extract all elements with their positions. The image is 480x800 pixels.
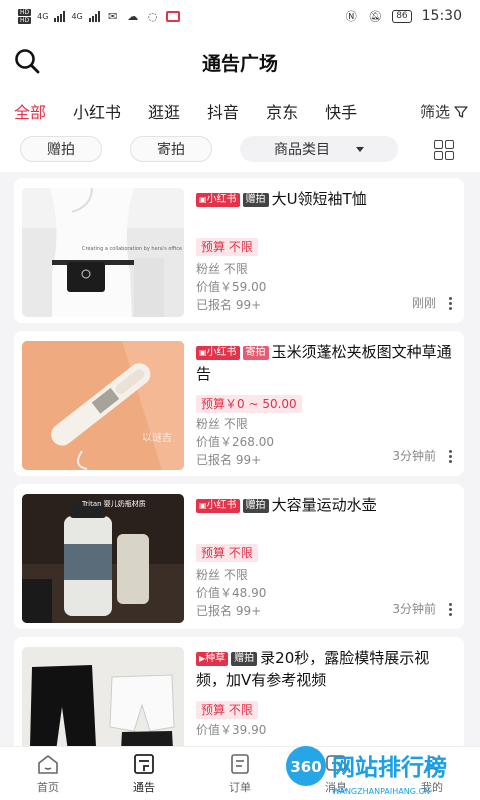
platform-badge: 小红书 [196, 346, 240, 360]
tab-xiaohongshu[interactable]: 小红书 [73, 99, 121, 123]
thumb-caption: 以谜吉 [142, 432, 172, 444]
platform-tabs: 全部 小红书 逛逛 抖音 京东 快手 筛选 [0, 90, 480, 132]
product-image: Tritan 婴儿奶瓶材质 [22, 494, 184, 623]
card-info: 种草赠拍录20秒，露脸模特展示视频，加V有参考视频 预算 不限 价值￥39.90 [196, 647, 452, 739]
budget-tag: 预算￥0 ~ 50.00 [196, 395, 302, 413]
more-icon[interactable] [448, 450, 452, 463]
network-type-2: 4G [71, 11, 83, 21]
wechat-icon: ☁ [127, 9, 139, 23]
nav-orders[interactable]: 订单 [192, 747, 288, 800]
home-icon [38, 755, 58, 774]
app-notification-icon [165, 10, 180, 22]
order-icon [231, 754, 249, 774]
more-icon[interactable] [448, 297, 452, 310]
watermark-number: 360 [290, 758, 321, 776]
nav-home-label: 首页 [37, 781, 59, 794]
app-header: 通告广场 [0, 32, 480, 90]
filter-button[interactable]: 筛选 [420, 101, 468, 122]
announcement-card[interactable]: 以谜吉 小红书寄拍玉米须蓬松夹板图文种草通告 预算￥0 ~ 50.00 粉丝 不… [14, 331, 464, 476]
type-badge: 赠拍 [231, 652, 258, 666]
more-icon[interactable] [448, 603, 452, 616]
product-value: 价值￥39.90 [196, 723, 267, 737]
category-select-label: 商品类目 [274, 142, 330, 158]
post-time: 刚刚 [411, 296, 436, 310]
nav-home[interactable]: 首页 [0, 747, 96, 800]
chip-send-shoot[interactable]: 寄拍 [130, 136, 212, 162]
budget-tag: 预算 不限 [196, 238, 258, 256]
nav-announcement[interactable]: 通告 [96, 747, 192, 800]
signal-icon-2 [88, 10, 100, 22]
fans-requirement: 粉丝 不限 [196, 568, 248, 582]
signal-icon [54, 10, 66, 22]
card-title: 大容量运动水壶 [271, 496, 377, 514]
nav-announcement-label: 通告 [133, 781, 155, 794]
watermark-url: WANGZHANPAIHANG.CN [332, 787, 430, 796]
page-title: 通告广场 [201, 53, 278, 75]
platform-badge: 种草 [196, 652, 229, 666]
type-badge: 赠拍 [242, 499, 269, 513]
tab-all[interactable]: 全部 [14, 99, 46, 123]
category-select[interactable]: 商品类目 [240, 136, 398, 162]
nfc-icon: Ⓝ [345, 10, 357, 23]
grid-view-icon[interactable] [434, 140, 454, 160]
tab-guangguang[interactable]: 逛逛 [148, 99, 180, 123]
thumb-caption: Tritan 婴儿奶瓶材质 [81, 499, 146, 508]
type-badge: 赠拍 [242, 193, 269, 207]
tab-douyin[interactable]: 抖音 [207, 99, 239, 123]
chat-icon: ◌ [147, 9, 158, 23]
filter-label: 筛选 [419, 103, 450, 121]
announcement-card[interactable]: 种草赠拍录20秒，露脸模特展示视频，加V有参考视频 预算 不限 价值￥39.90 [14, 637, 464, 746]
announcement-icon [134, 754, 154, 774]
network-type-1: 4G [37, 11, 49, 21]
fans-requirement: 粉丝 不限 [196, 417, 248, 431]
filter-chips: 赠拍 寄拍 商品类目 [0, 132, 480, 172]
announcement-card[interactable]: Tritan 婴儿奶瓶材质 小红书赠拍大容量运动水壶 预算 不限 粉丝 不限 价… [14, 484, 464, 629]
announcement-feed: Creating a collaboration by hera's offic… [14, 178, 464, 746]
type-badge: 寄拍 [242, 346, 269, 360]
post-time: 3分钟前 [392, 449, 436, 463]
tab-jd[interactable]: 京东 [266, 99, 298, 123]
watermark-text: 网站排行榜 [332, 754, 447, 781]
post-time: 3分钟前 [392, 602, 436, 616]
battery-icon: 86 [392, 9, 412, 23]
tab-kuaishou[interactable]: 快手 [325, 99, 357, 123]
announcement-card[interactable]: Creating a collaboration by hera's offic… [14, 178, 464, 323]
product-image [22, 647, 184, 746]
filter-icon [454, 105, 468, 118]
nav-orders-label: 订单 [229, 781, 251, 794]
status-bar: HD HD 4G 4G ✉ ☁ ◌ Ⓝ 🔕︎ 86 15:30 [0, 0, 480, 32]
notification-icon: ✉ [108, 9, 118, 23]
mute-icon: 🔕︎ [368, 9, 383, 23]
clock: 15:30 [421, 8, 462, 24]
card-title: 大U领短袖T恤 [271, 190, 367, 208]
site-watermark: 360 网站排行榜 WANGZHANPAIHANG.CN [286, 746, 447, 796]
product-image: 以谜吉 [22, 341, 184, 470]
platform-badge: 小红书 [196, 499, 240, 513]
platform-badge: 小红书 [196, 193, 240, 207]
thumb-caption: Creating a collaboration by hera's offic… [82, 246, 182, 252]
product-image: Creating a collaboration by hera's offic… [22, 188, 184, 317]
fans-requirement: 粉丝 不限 [196, 262, 248, 276]
chevron-down-icon [356, 146, 364, 152]
hd-indicator: HD HD [18, 8, 32, 24]
budget-tag: 预算 不限 [196, 544, 258, 562]
budget-tag: 预算 不限 [196, 701, 258, 719]
chip-gift-shoot[interactable]: 赠拍 [20, 136, 102, 162]
